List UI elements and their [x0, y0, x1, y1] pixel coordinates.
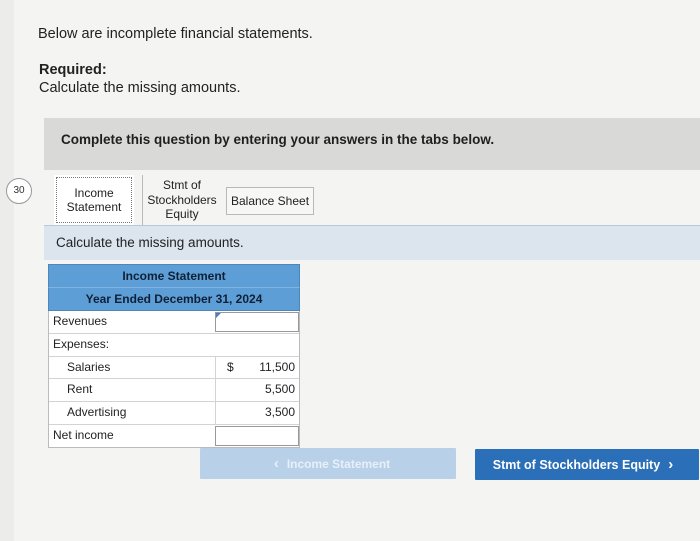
card-heading: Complete this question by entering your … [44, 118, 700, 170]
table-row: Revenues [49, 311, 299, 334]
table-row: Rent 5,500 [49, 379, 299, 403]
instruction-band: Calculate the missing amounts. [44, 226, 700, 260]
row-label: Salaries [67, 359, 111, 374]
table-row: Net income [49, 425, 299, 447]
intro-text: Below are incomplete financial statement… [38, 26, 313, 42]
row-label: Expenses: [53, 336, 110, 351]
tab-label: Income Statement [66, 185, 122, 214]
tab-balance-sheet[interactable]: Balance Sheet [226, 187, 314, 215]
question-card: Complete this question by entering your … [44, 118, 700, 541]
table-row: Salaries $ 11,500 [49, 356, 299, 380]
chevron-right-icon: › [668, 456, 674, 473]
net-income-input[interactable] [215, 425, 299, 446]
chevron-left-icon: ‹ [273, 455, 279, 472]
tab-stockholders-equity[interactable]: Stmt of Stockholders Equity [142, 175, 221, 225]
tab-income-statement[interactable]: Income Statement [54, 175, 134, 225]
advertising-value: 3,500 [264, 405, 295, 420]
question-number-marker: 30 [6, 178, 32, 204]
table-row: Advertising 3,500 [49, 402, 299, 425]
next-tab-label: Stmt of Stockholders Equity [492, 457, 661, 472]
next-tab-button[interactable]: Stmt of Stockholders Equity › [475, 449, 699, 480]
statement-rows: Revenues Expenses: Salaries $ 11,500 Ren… [48, 311, 300, 448]
row-label: Rent [67, 382, 93, 397]
required-text: Calculate the missing amounts. [39, 80, 241, 96]
currency-symbol: $ [227, 359, 234, 374]
previous-tab-label: Income Statement [286, 456, 391, 471]
tab-label: Balance Sheet [230, 193, 310, 208]
tab-bar: Income Statement Stmt of Stockholders Eq… [44, 175, 700, 225]
required-label: Required: [39, 62, 107, 78]
rent-value: 5,500 [264, 382, 295, 397]
question-page: 30 Below are incomplete financial statem… [6, 0, 700, 541]
statement-period: Year Ended December 31, 2024 [48, 287, 300, 311]
salaries-value: 11,500 [259, 359, 295, 374]
revenues-input[interactable] [215, 312, 299, 332]
statement-title: Income Statement [48, 264, 300, 287]
table-row: Expenses: [49, 334, 299, 357]
row-label: Revenues [53, 314, 108, 328]
previous-tab-button[interactable]: ‹ Income Statement [200, 448, 456, 479]
row-label: Advertising [67, 405, 127, 420]
row-label: Net income [53, 427, 114, 442]
income-statement-table: Income Statement Year Ended December 31,… [48, 264, 300, 448]
instruction-text: Calculate the missing amounts. [56, 235, 244, 250]
tab-label: Stmt of Stockholders Equity [147, 178, 217, 222]
